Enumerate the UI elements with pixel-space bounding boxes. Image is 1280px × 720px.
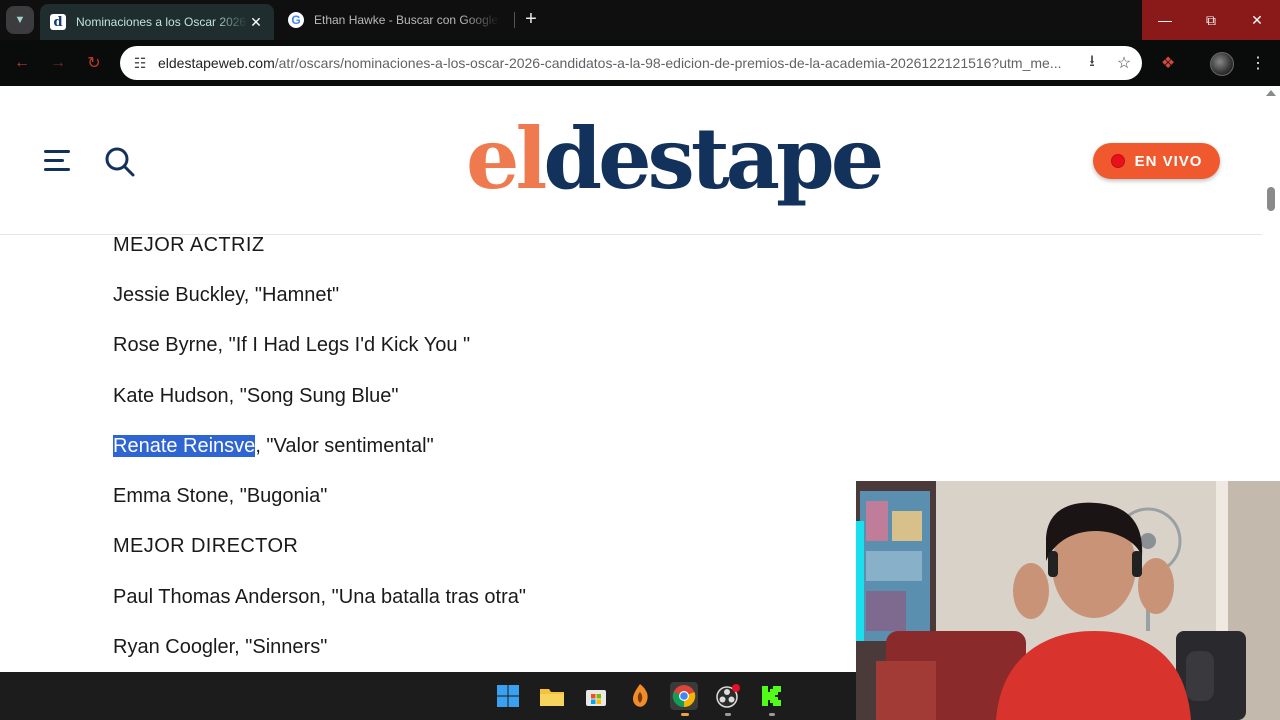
site-header: eldestape EN VIVO	[0, 86, 1262, 235]
tab-title: Nominaciones a los Oscar 2026: candidato…	[76, 15, 248, 29]
running-indicator	[681, 713, 689, 716]
obs-studio-icon[interactable]	[714, 682, 742, 710]
window-controls: — ⧉ ✕	[1142, 0, 1280, 40]
live-label: EN VIVO	[1134, 152, 1203, 170]
chevron-down-icon: ▼	[14, 14, 26, 26]
restore-button[interactable]: ⧉	[1188, 0, 1234, 40]
close-icon[interactable]: ✕	[248, 14, 264, 31]
category-heading: MEJOR ACTRIZ	[113, 234, 265, 256]
url-host: eldestapeweb.com	[158, 55, 275, 71]
running-indicator	[769, 713, 775, 716]
tab-inactive[interactable]: G Ethan Hawke - Buscar con Google	[278, 4, 510, 36]
address-bar[interactable]: ☷ eldestapeweb.com/atr/oscars/nominacion…	[120, 46, 1142, 80]
fl-studio-icon[interactable]	[626, 682, 654, 710]
eldestape-favicon-icon: d	[50, 14, 66, 30]
extensions-icon[interactable]: ❖	[1156, 51, 1180, 75]
site-logo[interactable]: eldestape	[466, 104, 884, 214]
live-button[interactable]: EN VIVO	[1093, 143, 1220, 179]
scroll-up-arrow-icon[interactable]	[1266, 90, 1276, 96]
back-button[interactable]: ←	[10, 51, 34, 75]
nominee-line: Kate Hudson, "Song Sung Blue"	[113, 385, 399, 407]
hamburger-menu-icon[interactable]	[44, 150, 70, 172]
nominee-line: Emma Stone, "Bugonia"	[113, 485, 328, 507]
url-text[interactable]: eldestapeweb.com/atr/oscars/nominaciones…	[158, 55, 1068, 71]
kick-icon[interactable]	[758, 682, 786, 710]
running-indicator	[725, 713, 731, 716]
site-info-icon[interactable]: ☷	[128, 51, 152, 75]
close-window-button[interactable]: ✕	[1234, 0, 1280, 40]
browser-titlebar: ▼ d Nominaciones a los Oscar 2026: candi…	[0, 0, 1280, 40]
chrome-icon[interactable]	[670, 682, 698, 710]
tab-divider	[514, 12, 515, 28]
minimize-button[interactable]: —	[1142, 0, 1188, 40]
search-icon[interactable]	[104, 146, 136, 178]
screen: ▼ d Nominaciones a los Oscar 2026: candi…	[0, 0, 1280, 720]
profile-avatar[interactable]	[1210, 52, 1234, 76]
arrow-left-icon: ←	[14, 54, 30, 71]
nominee-line: Ryan Coogler, "Sinners"	[113, 636, 328, 658]
bookmark-star-icon[interactable]: ☆	[1110, 49, 1138, 77]
new-tab-button[interactable]: +	[520, 8, 542, 30]
selected-text[interactable]: Renate Reinsve	[113, 435, 256, 457]
reload-icon: ↻	[87, 55, 101, 72]
arrow-right-icon: →	[50, 54, 66, 71]
nominee-line: Paul Thomas Anderson, "Una batalla tras …	[113, 586, 526, 608]
tab-active[interactable]: d Nominaciones a los Oscar 2026: candida…	[40, 4, 274, 40]
windows-start-icon[interactable]	[494, 682, 522, 710]
nominee-rest: , "Valor sentimental"	[255, 435, 434, 457]
file-explorer-icon[interactable]	[538, 682, 566, 710]
webcam-overlay	[856, 481, 1280, 720]
live-dot-icon	[1110, 154, 1125, 168]
scroll-thumb[interactable]	[1267, 187, 1275, 211]
microsoft-store-icon[interactable]	[582, 682, 610, 710]
browser-toolbar: ← → ↻ ☷ eldestapeweb.com/atr/oscars/nomi…	[0, 40, 1280, 86]
nominee-line: Renate Reinsve, "Valor sentimental"	[113, 431, 434, 461]
category-heading: MEJOR DIRECTOR	[113, 535, 299, 557]
webcam-video-image	[856, 481, 1280, 720]
tab-title: Ethan Hawke - Buscar con Google	[314, 13, 499, 27]
windows-taskbar	[0, 672, 856, 720]
nominee-line: Rose Byrne, "If I Had Legs I'd Kick You …	[113, 334, 471, 356]
nominee-line: Jessie Buckley, "Hamnet"	[113, 284, 340, 306]
logo-destape: destape	[543, 109, 884, 208]
forward-button[interactable]: →	[46, 51, 70, 75]
install-app-icon[interactable]: ⭳	[1078, 49, 1106, 77]
reload-button[interactable]: ↻	[82, 51, 106, 75]
tab-search-button[interactable]: ▼	[6, 6, 34, 34]
url-path: /atr/oscars/nominaciones-a-los-oscar-202…	[274, 55, 1062, 71]
menu-dots-icon[interactable]: ⋮	[1246, 51, 1270, 75]
google-favicon-icon: G	[288, 12, 304, 28]
logo-el: el	[466, 109, 547, 208]
